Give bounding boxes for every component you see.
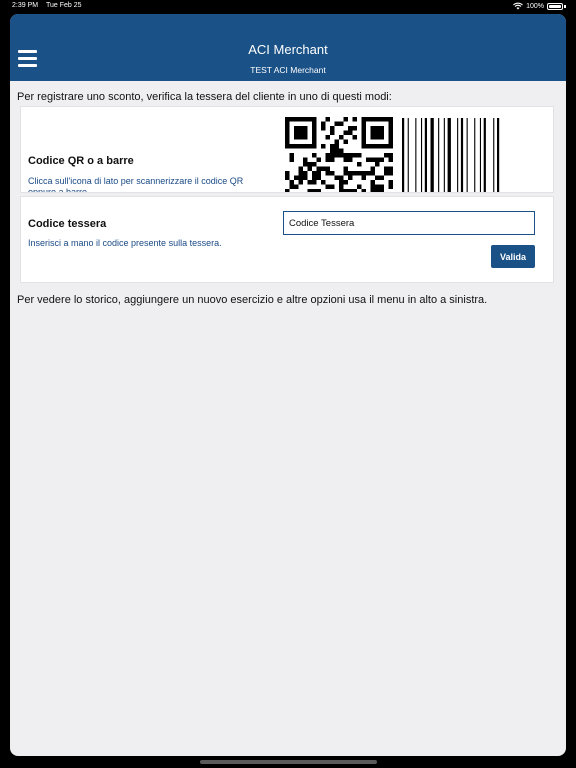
battery-icon <box>547 2 563 10</box>
battery-percent: 100% <box>526 2 544 10</box>
battery-tip <box>564 4 566 8</box>
wifi-icon <box>513 2 524 10</box>
validate-button[interactable]: Valida <box>491 245 535 268</box>
status-right: 100% <box>513 2 566 10</box>
status-date: Tue Feb 25 <box>46 2 82 9</box>
barcode-icon[interactable] <box>402 118 528 193</box>
code-card-description: Inserisci a mano il codice presente sull… <box>28 238 222 248</box>
card-code-input[interactable] <box>283 211 535 235</box>
status-bar: 2:39 PM Tue Feb 25 100% <box>0 0 576 14</box>
code-card: Codice tessera Inserisci a mano il codic… <box>20 196 554 283</box>
intro-text: Per registrare uno sconto, verifica la t… <box>17 91 392 103</box>
scan-card-description: Clicca sull'icona di lato per scannerizz… <box>28 176 244 193</box>
footer-text: Per vedere lo storico, aggiungere un nuo… <box>17 294 488 306</box>
app-subtitle: TEST ACI Merchant <box>250 65 326 75</box>
scan-card-title: Codice QR o a barre <box>28 155 134 167</box>
app-title: ACI Merchant <box>248 42 328 57</box>
code-card-title: Codice tessera <box>28 218 107 230</box>
app-header: ACI Merchant TEST ACI Merchant <box>10 14 566 81</box>
scan-card: Codice QR o a barre Clicca sull'icona di… <box>20 106 554 193</box>
qr-code-icon[interactable] <box>285 117 395 193</box>
home-indicator <box>200 760 377 764</box>
status-time: 2:39 PM <box>12 2 39 9</box>
app-window: ACI Merchant TEST ACI Merchant Per regis… <box>10 14 566 756</box>
